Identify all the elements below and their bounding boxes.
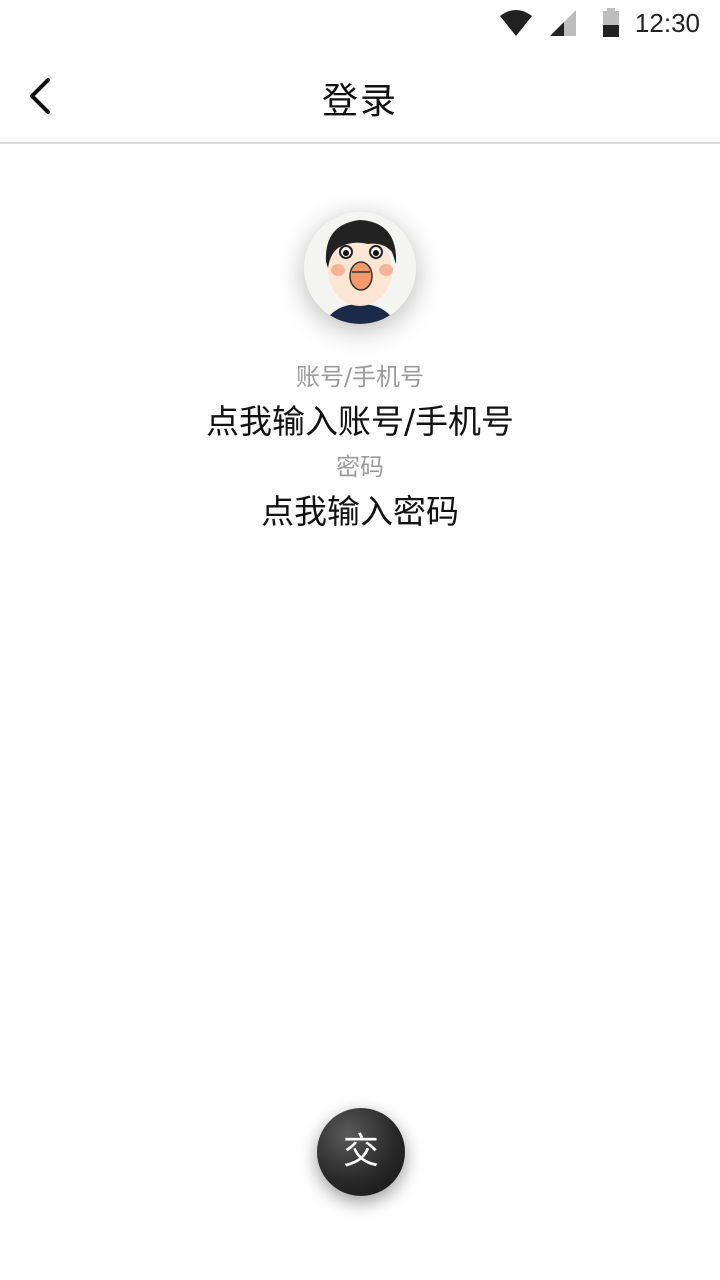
password-input[interactable]: 点我输入密码 [0,484,720,540]
login-form: 账号/手机号 点我输入账号/手机号 密码 点我输入密码 [0,360,720,540]
account-input[interactable]: 点我输入账号/手机号 [0,394,720,450]
avatar[interactable] [304,212,416,324]
password-label: 密码 [336,453,384,481]
account-label: 账号/手机号 [295,363,425,391]
page-title: 登录 [321,81,398,122]
status-bar: 12:30 [0,0,720,48]
avatar-icon [304,212,416,324]
submit-button[interactable]: 交 [317,1108,405,1196]
signal-icon [550,10,576,36]
app-header: 登录 [0,50,720,144]
status-time: 12:30 [634,8,700,38]
wifi-icon [500,10,532,36]
battery-icon [603,8,619,37]
